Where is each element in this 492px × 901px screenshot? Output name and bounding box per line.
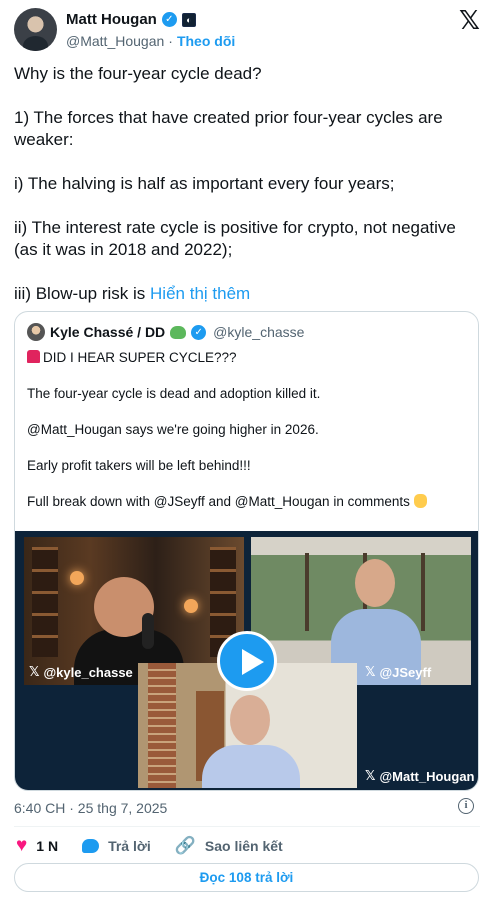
reply-label: Trả lời xyxy=(108,838,151,854)
video-label-kyle: 𝕏 @kyle_chasse xyxy=(29,665,133,680)
quoted-tweet[interactable]: Kyle Chassé / DD ✓ @kyle_chasse DID I HE… xyxy=(14,311,479,791)
quoted-line: DID I HEAR SUPER CYCLE??? xyxy=(27,349,467,367)
quoted-line-text: Full break down with @JSeyff and @Matt_H… xyxy=(27,494,410,509)
x-logo-icon: 𝕏 xyxy=(29,665,40,680)
author-handle-row: @Matt_Hougan · Theo dõi xyxy=(66,33,235,49)
quoted-tweet-text: DID I HEAR SUPER CYCLE??? The four-year … xyxy=(27,349,467,529)
speaker-body xyxy=(202,745,300,788)
separator-dot: · xyxy=(168,33,173,49)
tweet-paragraph: Why is the four-year cycle dead? xyxy=(14,64,262,83)
reply-button[interactable]: Trả lời xyxy=(82,838,151,854)
quoted-author-handle: @kyle_chasse xyxy=(213,324,305,340)
author-name[interactable]: Matt Hougan xyxy=(66,11,157,28)
brick-column xyxy=(148,663,176,788)
quoted-tweet-header: Kyle Chassé / DD ✓ @kyle_chasse xyxy=(27,323,304,341)
quoted-line: Early profit takers will be left behind!… xyxy=(27,458,251,473)
verified-badge-icon: ✓ xyxy=(161,12,177,27)
like-button[interactable]: ♥ 1 N xyxy=(16,835,59,856)
quoted-author-avatar xyxy=(27,323,45,341)
lamp-light xyxy=(70,571,84,585)
like-count: 1 N xyxy=(36,838,59,854)
quoted-line: Full break down with @JSeyff and @Matt_H… xyxy=(27,493,467,511)
pointing-down-emoji-icon xyxy=(413,494,427,508)
frog-emoji-icon xyxy=(170,325,187,339)
lamp-light xyxy=(184,599,198,613)
timestamp[interactable]: 6:40 CH · 25 thg 7, 2025 xyxy=(14,800,167,816)
speaker-head xyxy=(355,559,395,607)
quoted-line: @Matt_Hougan says we're going higher in … xyxy=(27,422,319,437)
tweet-header: Matt Hougan ✓ ◐ @Matt_Hougan · Theo dõi … xyxy=(14,8,480,54)
x-logo-icon[interactable]: 𝕏 xyxy=(459,8,480,34)
tweet-paragraph: ii) The interest rate cycle is positive … xyxy=(14,218,456,259)
copy-link-button[interactable]: 🔗 Sao liên kết xyxy=(175,836,283,856)
reply-bubble-icon xyxy=(82,839,100,853)
tweet-paragraph-truncated: iii) Blow-up risk is Hiển thị thêm xyxy=(14,283,480,305)
author-avatar[interactable] xyxy=(14,8,57,51)
tweet-paragraph: 1) The forces that have created prior fo… xyxy=(14,108,443,149)
author-name-row: Matt Hougan ✓ ◐ xyxy=(66,11,196,28)
siren-emoji-icon xyxy=(27,350,40,363)
quoted-line-text: DID I HEAR SUPER CYCLE??? xyxy=(43,350,237,365)
heart-icon: ♥ xyxy=(16,835,28,856)
x-logo-icon: 𝕏 xyxy=(365,769,376,784)
read-replies-button[interactable]: Đọc 108 trả lời xyxy=(14,863,479,892)
copy-link-label: Sao liên kết xyxy=(204,838,283,854)
info-icon[interactable]: i xyxy=(458,798,474,814)
tweet-paragraph: i) The halving is half as important ever… xyxy=(14,174,395,193)
link-icon: 🔗 xyxy=(174,836,196,855)
speaker-head xyxy=(230,695,270,745)
play-button-icon[interactable] xyxy=(217,631,277,691)
quoted-author-name: Kyle Chassé / DD xyxy=(50,324,166,340)
divider xyxy=(14,826,480,827)
quoted-line: The four-year cycle is dead and adoption… xyxy=(27,386,321,401)
action-bar: ♥ 1 N Trả lời 🔗 Sao liên kết xyxy=(16,836,307,856)
x-logo-icon: 𝕏 xyxy=(365,665,376,680)
video-label-text: @JSeyff xyxy=(379,665,432,680)
video-label-text: @kyle_chasse xyxy=(43,665,133,680)
bookshelf xyxy=(32,547,58,657)
verified-badge-icon: ✓ xyxy=(191,324,207,340)
microphone-icon xyxy=(142,613,154,649)
video-label-text: @Matt_Hougan xyxy=(379,769,475,784)
truncated-text: iii) Blow-up risk is xyxy=(14,284,151,303)
video-label-matt: 𝕏 @Matt_Hougan xyxy=(365,769,475,784)
video-label-jseyff: 𝕏 @JSeyff xyxy=(365,665,431,680)
show-more-link[interactable]: Hiển thị thêm xyxy=(150,284,250,303)
affiliation-badge-icon[interactable]: ◐ xyxy=(181,12,196,27)
follow-button[interactable]: Theo dõi xyxy=(177,33,235,49)
author-handle[interactable]: @Matt_Hougan xyxy=(66,33,164,49)
timestamp-row: 6:40 CH · 25 thg 7, 2025 i xyxy=(14,798,480,816)
tweet-text: Why is the four-year cycle dead? 1) The … xyxy=(14,63,480,327)
video-player[interactable]: 𝕏 @kyle_chasse 𝕏 @JSeyff 𝕏 @Matt_Hougan xyxy=(15,531,478,790)
